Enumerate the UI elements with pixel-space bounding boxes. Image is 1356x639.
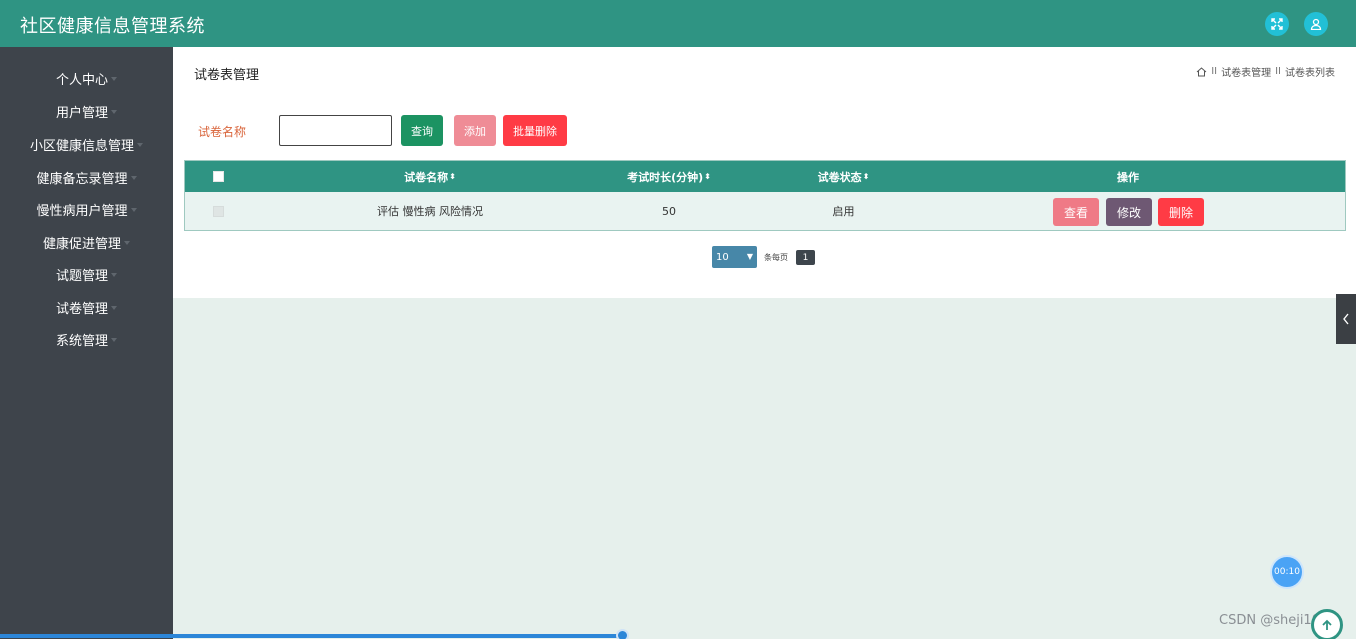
sidebar-item-label: 健康备忘录管理	[36, 171, 128, 187]
cell-duration: 50	[662, 204, 676, 218]
cell-status: 启用	[832, 205, 855, 218]
fullscreen-button[interactable]	[1265, 12, 1289, 36]
progress-handle[interactable]	[616, 629, 629, 639]
row-checkbox[interactable]	[212, 205, 224, 217]
fullscreen-icon	[1271, 18, 1283, 30]
chevron-down-icon: ▼	[746, 252, 753, 261]
timer-badge[interactable]: 00:10	[1270, 555, 1304, 589]
caret-down-icon	[111, 110, 117, 114]
edit-button[interactable]: 修改	[1106, 198, 1152, 226]
column-header-duration[interactable]: 考试时长(分钟) ⬍	[579, 161, 759, 192]
select-all-cell	[207, 161, 229, 192]
caret-down-icon	[124, 241, 130, 245]
caret-down-icon	[130, 176, 137, 180]
sort-icon: ⬍	[862, 172, 870, 181]
breadcrumb-separator: II	[1275, 66, 1281, 77]
progress-bar[interactable]	[0, 634, 623, 638]
sidebar: 个人中心 用户管理 小区健康信息管理 健康备忘录管理 慢性病用户管理 健康促进管…	[0, 47, 173, 639]
sidebar-item-system-management[interactable]: 系统管理	[0, 326, 173, 352]
sidebar-item-label: 试题管理	[55, 268, 108, 284]
query-button[interactable]: 查询	[401, 115, 443, 146]
breadcrumb: II 试卷表管理 II 试卷表列表	[1196, 64, 1335, 79]
sidebar-item-label: 用户管理	[55, 105, 108, 121]
row-select-cell	[207, 192, 229, 230]
user-button[interactable]	[1304, 12, 1328, 36]
caret-down-icon	[111, 273, 117, 277]
sidebar-item-chronic-users[interactable]: 慢性病用户管理	[0, 196, 173, 222]
per-page-label: 条每页	[764, 253, 788, 262]
sort-icon: ⬍	[704, 172, 711, 181]
sidebar-item-question-management[interactable]: 试题管理	[0, 261, 173, 287]
page-size-select[interactable]: 10 ▼	[712, 246, 757, 268]
sidebar-item-label: 试卷管理	[55, 301, 108, 317]
breadcrumb-separator: II	[1211, 66, 1218, 77]
breadcrumb-item[interactable]: 试卷表管理	[1221, 64, 1271, 79]
user-icon	[1310, 18, 1322, 30]
sidebar-item-label: 健康促进管理	[42, 236, 121, 252]
sidebar-item-paper-management[interactable]: 试卷管理	[0, 294, 173, 320]
breadcrumb-item: 试卷表列表	[1285, 68, 1335, 79]
sidebar-item-label: 慢性病用户管理	[36, 203, 128, 219]
sidebar-item-health-memo[interactable]: 健康备忘录管理	[0, 164, 173, 190]
view-button[interactable]: 查看	[1053, 198, 1099, 226]
sort-icon: ⬍	[449, 172, 456, 181]
select-all-checkbox[interactable]	[212, 171, 224, 182]
app-title: 社区健康信息管理系统	[20, 16, 205, 37]
sidebar-item-label: 个人中心	[55, 72, 108, 88]
sidebar-item-community-health[interactable]: 小区健康信息管理	[0, 131, 173, 157]
table-row: 评估 慢性病 风险情况 50 启用 查看 修改 删除	[185, 192, 1345, 230]
sidebar-item-label: 系统管理	[55, 333, 108, 349]
delete-button[interactable]: 删除	[1158, 198, 1204, 226]
page-number-button[interactable]: 1	[796, 250, 815, 265]
back-to-top-button[interactable]	[1311, 609, 1343, 639]
caret-down-icon	[111, 338, 117, 342]
table-header: 试卷名称 ⬍ 考试时长(分钟) ⬍ 试卷状态 ⬍ 操作	[185, 161, 1345, 192]
cell-paper-name: 评估 慢性病 风险情况	[377, 205, 483, 218]
sidebar-item-user-management[interactable]: 用户管理	[0, 98, 173, 124]
chevron-left-icon	[1343, 313, 1349, 325]
paper-name-input[interactable]	[279, 115, 392, 146]
caret-down-icon	[111, 77, 117, 81]
home-icon[interactable]	[1196, 66, 1207, 77]
search-label: 试卷名称	[198, 125, 247, 139]
sidebar-item-health-promotion[interactable]: 健康促进管理	[0, 229, 173, 255]
column-header-name[interactable]: 试卷名称 ⬍	[315, 161, 545, 192]
add-button[interactable]: 添加	[454, 115, 496, 146]
batch-delete-button[interactable]: 批量删除	[503, 115, 567, 146]
column-header-status[interactable]: 试卷状态 ⬍	[785, 161, 902, 192]
column-header-actions: 操作	[1117, 170, 1139, 184]
top-bar: 社区健康信息管理系统	[0, 0, 1356, 47]
side-panel-toggle[interactable]	[1336, 294, 1356, 344]
sidebar-item-label: 小区健康信息管理	[29, 138, 134, 154]
main-content: 试卷表管理 II 试卷表管理 II 试卷表列表 试卷名称 查询 添加 批量删除 …	[173, 47, 1356, 298]
caret-down-icon	[111, 306, 117, 310]
paper-table: 试卷名称 ⬍ 考试时长(分钟) ⬍ 试卷状态 ⬍ 操作 评估 慢性病 风险情况 50 …	[184, 160, 1346, 231]
caret-down-icon	[137, 143, 143, 147]
sidebar-item-personal-center[interactable]: 个人中心	[0, 65, 173, 91]
caret-down-icon	[130, 208, 137, 212]
arrow-up-icon	[1322, 619, 1332, 630]
page-title: 试卷表管理	[194, 68, 260, 83]
